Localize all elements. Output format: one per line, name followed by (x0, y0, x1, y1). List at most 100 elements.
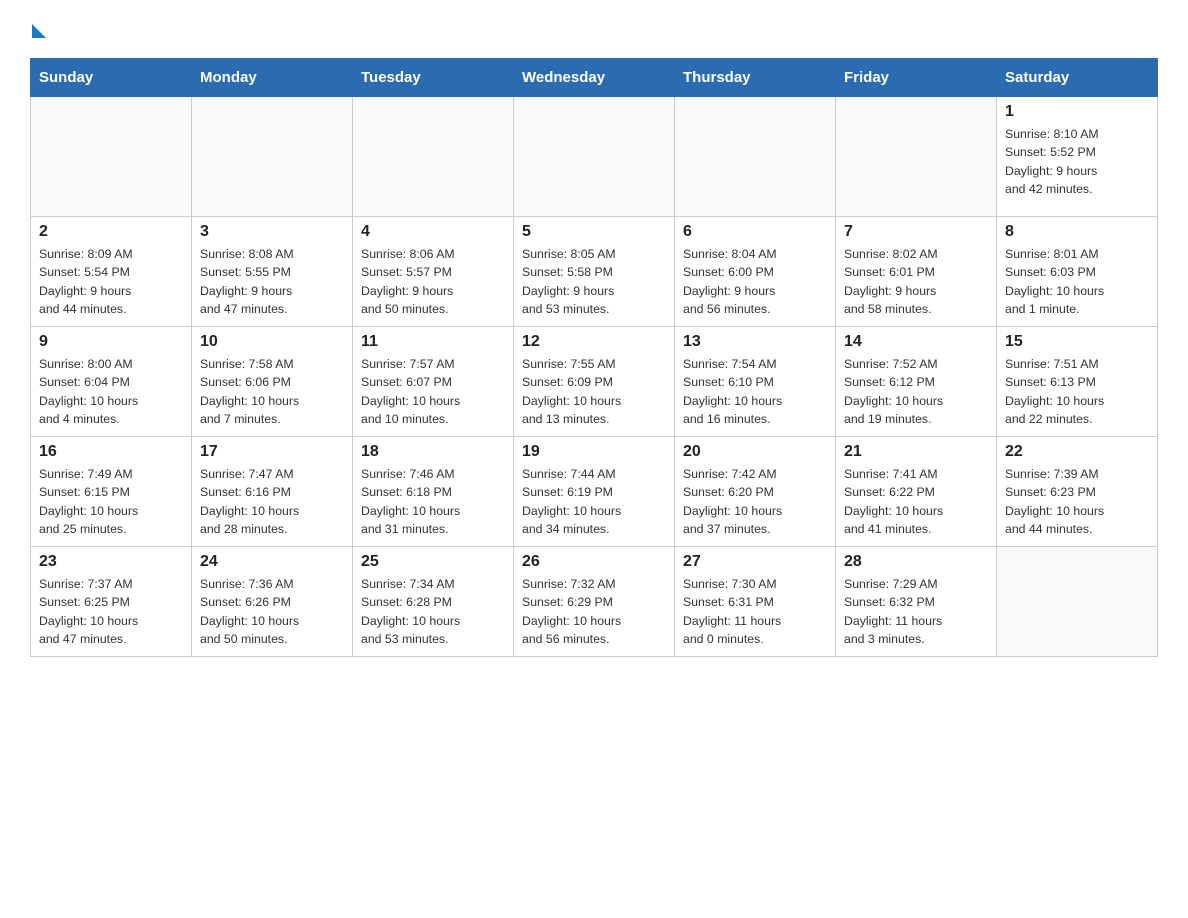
day-number: 13 (683, 333, 827, 351)
day-info: Sunrise: 7:58 AM Sunset: 6:06 PM Dayligh… (200, 355, 344, 429)
calendar-table: SundayMondayTuesdayWednesdayThursdayFrid… (30, 58, 1158, 657)
day-number: 10 (200, 333, 344, 351)
day-number: 24 (200, 553, 344, 571)
day-number: 25 (361, 553, 505, 571)
day-number: 21 (844, 443, 988, 461)
day-cell: 28Sunrise: 7:29 AM Sunset: 6:32 PM Dayli… (836, 547, 997, 657)
day-info: Sunrise: 8:01 AM Sunset: 6:03 PM Dayligh… (1005, 245, 1149, 319)
day-cell: 19 Sunrise: 7:44 AM Sunset: 6:19 PM Dayli… (514, 437, 675, 547)
day-info: Sunrise: 7:41 AM Sunset: 6:22 PM Dayligh… (844, 465, 988, 539)
day-info: Sunrise: 8:08 AM Sunset: 5:55 PM Dayligh… (200, 245, 344, 319)
day-number: 12 (522, 333, 666, 351)
day-cell: 21 Sunrise: 7:41 AM Sunset: 6:22 PM Dayli… (836, 437, 997, 547)
week-row-3: 9 Sunrise: 8:00 AM Sunset: 6:04 PM Daylig… (31, 327, 1158, 437)
logo (30, 20, 46, 38)
day-info: Sunrise: 7:54 AM Sunset: 6:10 PM Dayligh… (683, 355, 827, 429)
day-info: Sunrise: 7:34 AM Sunset: 6:28 PM Dayligh… (361, 575, 505, 649)
week-row-1: 1 Sunrise: 8:10 AM Sunset: 5:52 PM Daylig… (31, 97, 1158, 217)
day-cell (31, 97, 192, 217)
day-cell: 26 Sunrise: 7:32 AM Sunset: 6:29 PM Dayli… (514, 547, 675, 657)
day-info: Sunrise: 8:02 AM Sunset: 6:01 PM Dayligh… (844, 245, 988, 319)
day-info: Sunrise: 8:06 AM Sunset: 5:57 PM Dayligh… (361, 245, 505, 319)
day-cell (192, 97, 353, 217)
day-cell: 13 Sunrise: 7:54 AM Sunset: 6:10 PM Dayli… (675, 327, 836, 437)
day-cell: 25 Sunrise: 7:34 AM Sunset: 6:28 PM Dayli… (353, 547, 514, 657)
day-number: 15 (1005, 333, 1149, 351)
day-info: Sunrise: 7:32 AM Sunset: 6:29 PM Dayligh… (522, 575, 666, 649)
day-number: 26 (522, 553, 666, 571)
day-info: Sunrise: 7:39 AM Sunset: 6:23 PM Dayligh… (1005, 465, 1149, 539)
day-cell: 15 Sunrise: 7:51 AM Sunset: 6:13 PM Dayli… (997, 327, 1158, 437)
day-cell: 7 Sunrise: 8:02 AM Sunset: 6:01 PM Daylig… (836, 217, 997, 327)
calendar-body: 1 Sunrise: 8:10 AM Sunset: 5:52 PM Daylig… (31, 97, 1158, 657)
day-number: 6 (683, 223, 827, 241)
page-header (30, 20, 1158, 38)
day-info: Sunrise: 7:30 AM Sunset: 6:31 PM Dayligh… (683, 575, 827, 649)
day-number: 20 (683, 443, 827, 461)
logo-arrow-icon (32, 24, 46, 38)
day-number: 27 (683, 553, 827, 571)
day-number: 23 (39, 553, 183, 571)
weekday-header-tuesday: Tuesday (353, 59, 514, 97)
day-cell: 3 Sunrise: 8:08 AM Sunset: 5:55 PM Daylig… (192, 217, 353, 327)
day-number: 19 (522, 443, 666, 461)
day-info: Sunrise: 7:51 AM Sunset: 6:13 PM Dayligh… (1005, 355, 1149, 429)
day-info: Sunrise: 8:00 AM Sunset: 6:04 PM Dayligh… (39, 355, 183, 429)
weekday-header-wednesday: Wednesday (514, 59, 675, 97)
day-info: Sunrise: 7:44 AM Sunset: 6:19 PM Dayligh… (522, 465, 666, 539)
day-number: 11 (361, 333, 505, 351)
day-number: 18 (361, 443, 505, 461)
day-cell (997, 547, 1158, 657)
weekday-header-row: SundayMondayTuesdayWednesdayThursdayFrid… (31, 59, 1158, 97)
day-cell: 14Sunrise: 7:52 AM Sunset: 6:12 PM Dayli… (836, 327, 997, 437)
weekday-header-thursday: Thursday (675, 59, 836, 97)
day-cell: 23 Sunrise: 7:37 AM Sunset: 6:25 PM Dayli… (31, 547, 192, 657)
day-cell: 24Sunrise: 7:36 AM Sunset: 6:26 PM Dayli… (192, 547, 353, 657)
day-cell: 17Sunrise: 7:47 AM Sunset: 6:16 PM Dayli… (192, 437, 353, 547)
day-cell (514, 97, 675, 217)
day-info: Sunrise: 8:05 AM Sunset: 5:58 PM Dayligh… (522, 245, 666, 319)
day-cell: 10 Sunrise: 7:58 AM Sunset: 6:06 PM Dayli… (192, 327, 353, 437)
day-cell: 9 Sunrise: 8:00 AM Sunset: 6:04 PM Daylig… (31, 327, 192, 437)
day-info: Sunrise: 7:46 AM Sunset: 6:18 PM Dayligh… (361, 465, 505, 539)
day-info: Sunrise: 7:55 AM Sunset: 6:09 PM Dayligh… (522, 355, 666, 429)
day-cell: 16 Sunrise: 7:49 AM Sunset: 6:15 PM Dayli… (31, 437, 192, 547)
weekday-header-monday: Monday (192, 59, 353, 97)
week-row-4: 16 Sunrise: 7:49 AM Sunset: 6:15 PM Dayli… (31, 437, 1158, 547)
day-cell: 27 Sunrise: 7:30 AM Sunset: 6:31 PM Dayli… (675, 547, 836, 657)
day-info: Sunrise: 7:52 AM Sunset: 6:12 PM Dayligh… (844, 355, 988, 429)
day-number: 4 (361, 223, 505, 241)
day-number: 5 (522, 223, 666, 241)
day-cell: 22 Sunrise: 7:39 AM Sunset: 6:23 PM Dayli… (997, 437, 1158, 547)
day-number: 17 (200, 443, 344, 461)
day-info: Sunrise: 7:49 AM Sunset: 6:15 PM Dayligh… (39, 465, 183, 539)
day-number: 3 (200, 223, 344, 241)
day-cell: 6Sunrise: 8:04 AM Sunset: 6:00 PM Daylig… (675, 217, 836, 327)
day-cell: 5 Sunrise: 8:05 AM Sunset: 5:58 PM Daylig… (514, 217, 675, 327)
week-row-2: 2 Sunrise: 8:09 AM Sunset: 5:54 PM Daylig… (31, 217, 1158, 327)
logo-line1 (30, 20, 46, 38)
day-cell (353, 97, 514, 217)
weekday-header-friday: Friday (836, 59, 997, 97)
day-info: Sunrise: 7:42 AM Sunset: 6:20 PM Dayligh… (683, 465, 827, 539)
calendar-header: SundayMondayTuesdayWednesdayThursdayFrid… (31, 59, 1158, 97)
day-number: 8 (1005, 223, 1149, 241)
day-number: 1 (1005, 103, 1149, 121)
day-cell (836, 97, 997, 217)
day-info: Sunrise: 8:10 AM Sunset: 5:52 PM Dayligh… (1005, 125, 1149, 199)
day-cell: 1 Sunrise: 8:10 AM Sunset: 5:52 PM Daylig… (997, 97, 1158, 217)
day-info: Sunrise: 7:29 AM Sunset: 6:32 PM Dayligh… (844, 575, 988, 649)
day-info: Sunrise: 7:37 AM Sunset: 6:25 PM Dayligh… (39, 575, 183, 649)
day-cell: 12 Sunrise: 7:55 AM Sunset: 6:09 PM Dayli… (514, 327, 675, 437)
day-cell: 18 Sunrise: 7:46 AM Sunset: 6:18 PM Dayli… (353, 437, 514, 547)
week-row-5: 23 Sunrise: 7:37 AM Sunset: 6:25 PM Dayli… (31, 547, 1158, 657)
day-number: 22 (1005, 443, 1149, 461)
day-number: 2 (39, 223, 183, 241)
day-cell: 20 Sunrise: 7:42 AM Sunset: 6:20 PM Dayli… (675, 437, 836, 547)
day-number: 9 (39, 333, 183, 351)
day-number: 7 (844, 223, 988, 241)
day-number: 16 (39, 443, 183, 461)
day-cell: 11 Sunrise: 7:57 AM Sunset: 6:07 PM Dayli… (353, 327, 514, 437)
day-info: Sunrise: 7:57 AM Sunset: 6:07 PM Dayligh… (361, 355, 505, 429)
day-info: Sunrise: 8:09 AM Sunset: 5:54 PM Dayligh… (39, 245, 183, 319)
